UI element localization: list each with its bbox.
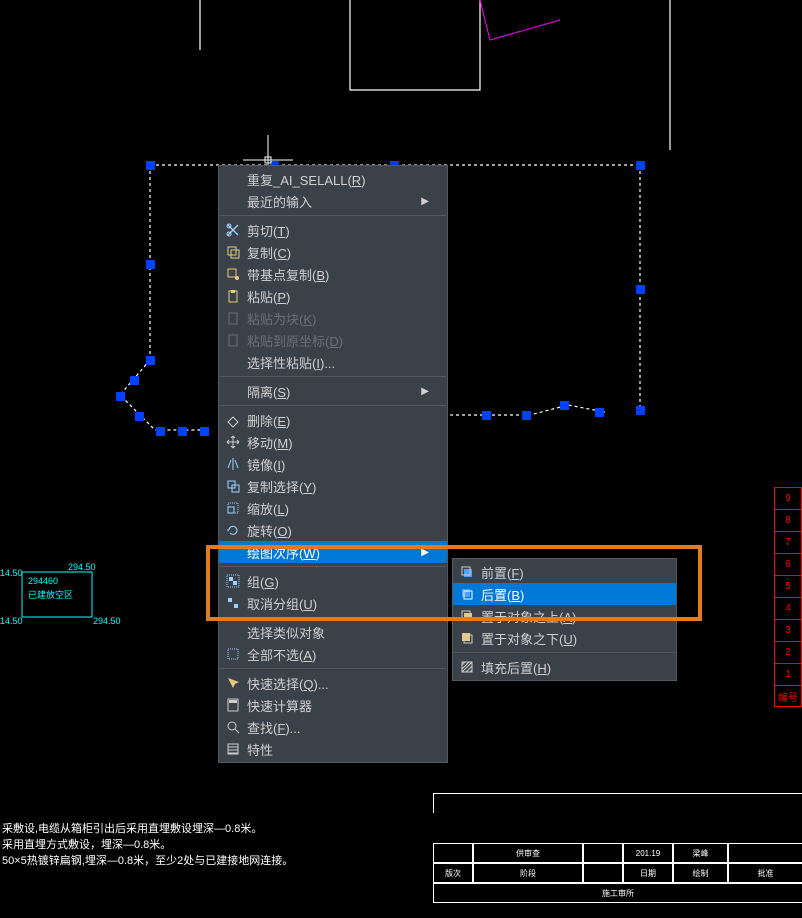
side-cell: 9 bbox=[774, 487, 802, 509]
copysel-icon bbox=[219, 478, 247, 494]
menu-paste[interactable]: 粘贴(P) bbox=[219, 285, 447, 307]
rotate-icon bbox=[219, 522, 247, 538]
menu-properties[interactable]: 特性 bbox=[219, 738, 447, 760]
note-line: 采敷设,电缆从箱柜引出后采用直埋敷设埋深—0.8米。 bbox=[2, 820, 262, 836]
menu-copy-basepoint[interactable]: 带基点复制(B) bbox=[219, 263, 447, 285]
note-line: 50×5热镀锌扁钢,埋深—0.8米，至少2处与已建接地网连接。 bbox=[2, 852, 293, 868]
menu-paste-orig: 粘贴到原坐标(D) bbox=[219, 329, 447, 351]
props-icon bbox=[219, 741, 247, 757]
ungroup-icon bbox=[219, 595, 247, 611]
quickselect-icon bbox=[219, 675, 247, 691]
submenu-above-object[interactable]: 置于对象之上(A) bbox=[453, 605, 676, 627]
paste-block-icon bbox=[219, 310, 247, 326]
side-cell: 4 bbox=[774, 597, 802, 619]
move-icon bbox=[219, 434, 247, 450]
side-cell: 7 bbox=[774, 531, 802, 553]
menu-ungroup[interactable]: 取消分组(U) bbox=[219, 592, 447, 614]
menu-find[interactable]: 查找(F)... bbox=[219, 716, 447, 738]
side-cell: 3 bbox=[774, 619, 802, 641]
submenu-bring-front[interactable]: 前置(F) bbox=[453, 561, 676, 583]
side-number-table: 9 8 7 6 5 4 3 2 1 编号 bbox=[774, 487, 802, 707]
side-cell: 2 bbox=[774, 641, 802, 663]
side-cell: 1 bbox=[774, 663, 802, 685]
menu-quick-calc[interactable]: 快速计算器 bbox=[219, 694, 447, 716]
calc-icon bbox=[219, 697, 247, 713]
menu-quick-select[interactable]: 快速选择(Q)... bbox=[219, 672, 447, 694]
menu-paste-block: 粘贴为块(K) bbox=[219, 307, 447, 329]
note-line: 采用直埋方式敷设，埋深—0.8米。 bbox=[2, 836, 171, 852]
menu-scale[interactable]: 缩放(L) bbox=[219, 497, 447, 519]
above-icon bbox=[453, 608, 481, 624]
menu-copy[interactable]: 复制(C) bbox=[219, 241, 447, 263]
side-cell: 8 bbox=[774, 509, 802, 531]
menu-select-similar[interactable]: 选择类似对象 bbox=[219, 621, 447, 643]
side-cell: 6 bbox=[774, 553, 802, 575]
menu-deselect-all[interactable]: 全部不选(A) bbox=[219, 643, 447, 665]
copy-icon bbox=[219, 244, 247, 260]
menu-cut[interactable]: 剪切(T) bbox=[219, 219, 447, 241]
menu-isolate[interactable]: 隔离(S) ▶ bbox=[219, 380, 447, 402]
menu-move[interactable]: 移动(M) bbox=[219, 431, 447, 453]
group-icon bbox=[219, 573, 247, 589]
dim-text: 294460 bbox=[28, 576, 58, 586]
menu-copy-selection[interactable]: 复制选择(Y) bbox=[219, 475, 447, 497]
dim-text: 已建放空区 bbox=[28, 589, 73, 600]
side-cell: 编号 bbox=[774, 685, 802, 707]
menu-rotate[interactable]: 旋转(O) bbox=[219, 519, 447, 541]
deselect-icon bbox=[219, 646, 247, 662]
dim-text: 14.50 bbox=[0, 616, 23, 626]
dim-text: 294.50 bbox=[93, 616, 121, 626]
submenu-below-object[interactable]: 置于对象之下(U) bbox=[453, 627, 676, 649]
hatchback-icon bbox=[453, 659, 481, 675]
menu-draw-order[interactable]: 绘图次序(W) ▶ bbox=[219, 541, 447, 563]
menu-group[interactable]: 组(G) bbox=[219, 570, 447, 592]
back-icon bbox=[453, 586, 481, 602]
below-icon bbox=[453, 630, 481, 646]
context-menu[interactable]: 重复_AI_SELALL(R) 最近的输入 ▶ 剪切(T) 复制(C) 带基点复… bbox=[218, 165, 448, 763]
eraser-icon bbox=[219, 412, 247, 428]
menu-repeat[interactable]: 重复_AI_SELALL(R) bbox=[219, 168, 447, 190]
front-icon bbox=[453, 564, 481, 580]
submenu-hatch-back[interactable]: 填充后置(H) bbox=[453, 656, 676, 678]
draw-order-submenu[interactable]: 前置(F) 后置(B) 置于对象之上(A) 置于对象之下(U) 填充后置(H) bbox=[452, 558, 677, 681]
menu-mirror[interactable]: 镜像(I) bbox=[219, 453, 447, 475]
cut-icon bbox=[219, 222, 247, 238]
copy-base-icon bbox=[219, 266, 247, 282]
mirror-icon bbox=[219, 456, 247, 472]
menu-paste-special[interactable]: 选择性粘贴(I)... bbox=[219, 351, 447, 373]
side-cell: 5 bbox=[774, 575, 802, 597]
menu-erase[interactable]: 删除(E) bbox=[219, 409, 447, 431]
paste-icon bbox=[219, 288, 247, 304]
submenu-send-back[interactable]: 后置(B) bbox=[453, 583, 676, 605]
paste-coord-icon bbox=[219, 332, 247, 348]
dim-text: 14.50 bbox=[0, 568, 23, 578]
scale-icon bbox=[219, 500, 247, 516]
dim-text: 294.50 bbox=[68, 562, 96, 572]
menu-recent-input[interactable]: 最近的输入 ▶ bbox=[219, 190, 447, 212]
title-block: 供审查 201.19 梁峰 版次 阶段 日期 绘制 批准 施工审所 bbox=[433, 793, 802, 903]
find-icon bbox=[219, 719, 247, 735]
